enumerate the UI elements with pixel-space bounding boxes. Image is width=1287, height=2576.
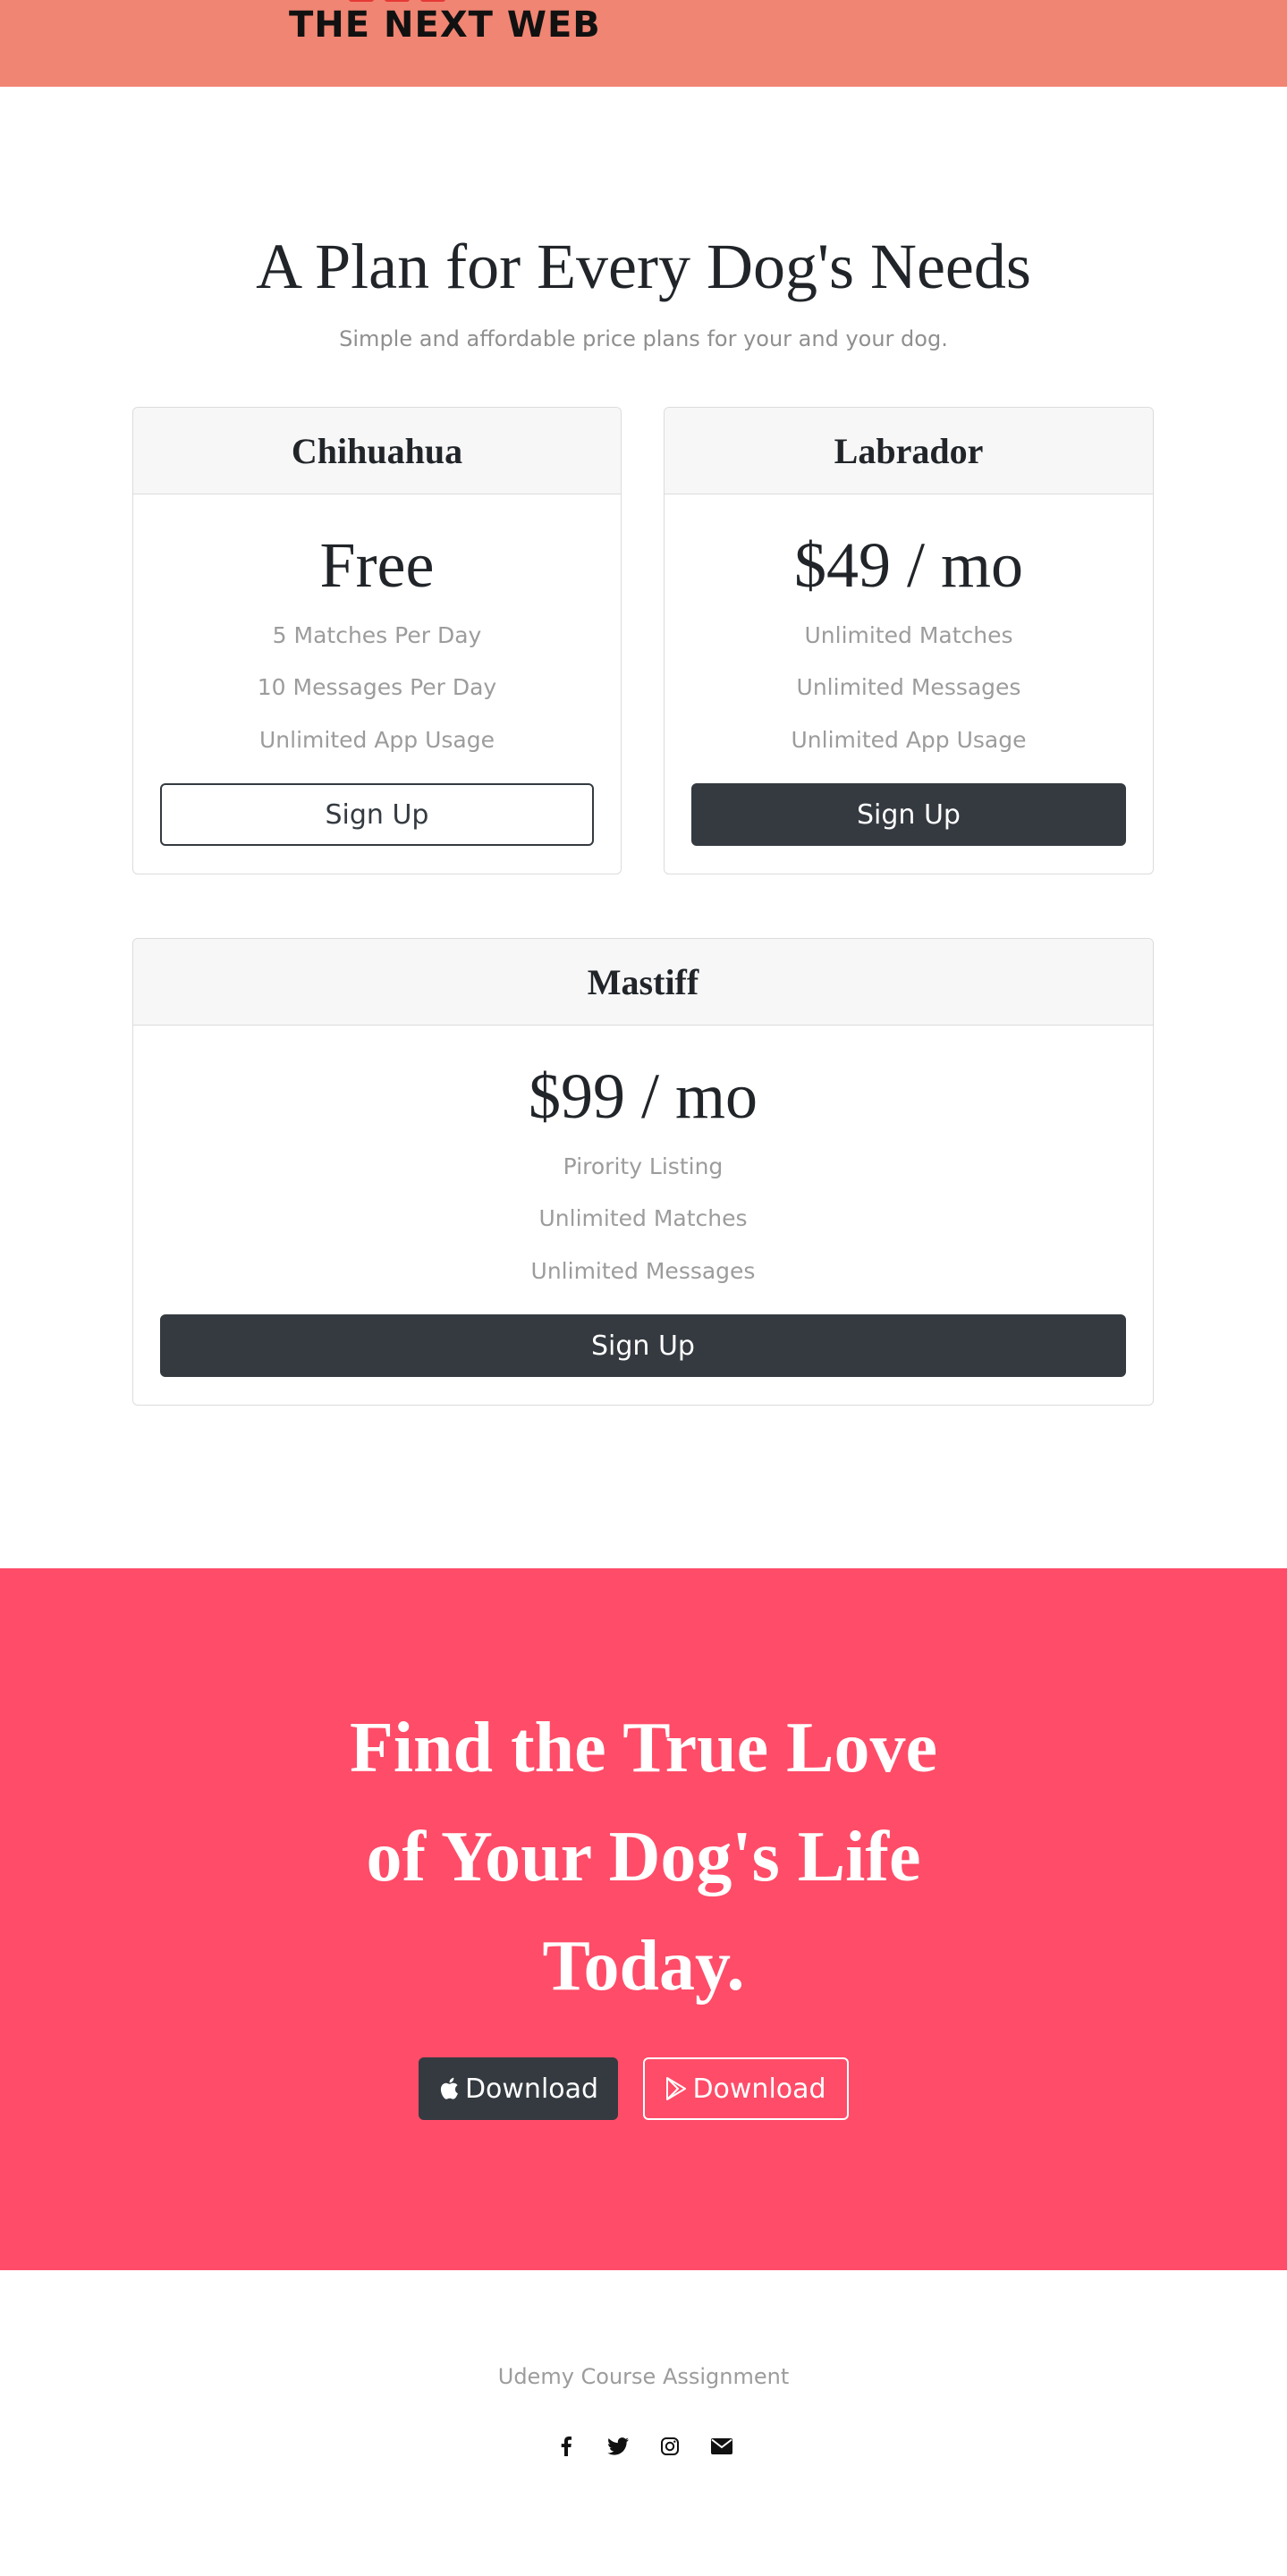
twitter-icon[interactable] <box>605 2434 631 2459</box>
plan-feature: Unlimited Messages <box>796 674 1021 700</box>
plan-feature: Unlimited App Usage <box>791 727 1027 753</box>
plan-feature: Unlimited Messages <box>530 1258 756 1284</box>
sign-up-button-chihuahua[interactable]: Sign Up <box>160 783 594 846</box>
cta-title-line: Today. <box>542 1927 745 2006</box>
instagram-icon[interactable] <box>657 2434 682 2459</box>
envelope-icon[interactable] <box>709 2434 734 2459</box>
cta-title: Find the True Love of Your Dog's Life To… <box>0 1693 1287 2021</box>
plan-name: Mastiff <box>587 961 699 1002</box>
plan-card-labrador: Labrador $49 / mo Unlimited Matches Unli… <box>664 407 1154 874</box>
google-play-download-label: Download <box>692 2073 826 2105</box>
pricing-title: A Plan for Every Dog's Needs <box>256 231 1031 302</box>
top-band: THE NEXT WEB <box>0 0 1287 87</box>
plan-feature: Unlimited App Usage <box>258 727 495 753</box>
plan-card-header: Mastiff <box>133 939 1153 1026</box>
social-links <box>0 2434 1287 2459</box>
plan-price: $49 / mo <box>793 529 1023 601</box>
plan-name: Labrador <box>834 430 984 471</box>
apple-download-button[interactable]: Download <box>419 2057 618 2120</box>
plan-card-mastiff: Mastiff $99 / mo Pirority Listing Unlimi… <box>132 938 1154 1406</box>
sign-up-button-mastiff[interactable]: Sign Up <box>160 1314 1126 1377</box>
plan-name: Chihuahua <box>291 430 463 471</box>
pricing-subtitle: Simple and affordable price plans for yo… <box>339 326 948 351</box>
cta-section: Find the True Love of Your Dog's Life To… <box>0 1568 1287 2270</box>
plan-feature: Unlimited Matches <box>804 622 1013 648</box>
cta-title-line: of Your Dog's Life <box>366 1818 921 1896</box>
apple-download-label: Download <box>464 2073 599 2105</box>
plan-price: $99 / mo <box>528 1060 758 1132</box>
google-play-icon <box>665 2076 687 2101</box>
plan-card-chihuahua: Chihuahua Free 5 Matches Per Day 10 Mess… <box>132 407 622 874</box>
plan-feature: Unlimited Matches <box>538 1205 748 1231</box>
cta-title-line: Find the True Love <box>349 1709 938 1787</box>
plan-feature: 10 Messages Per Day <box>257 674 497 700</box>
plan-feature: 5 Matches Per Day <box>272 622 482 648</box>
sign-up-button-labrador[interactable]: Sign Up <box>691 783 1126 846</box>
google-play-download-button[interactable]: Download <box>643 2057 849 2120</box>
plan-price: Free <box>319 529 435 601</box>
footer-text: Udemy Course Assignment <box>497 2364 790 2389</box>
footer: Udemy Course Assignment <box>0 2270 1287 2576</box>
plan-card-header: Chihuahua <box>133 408 621 494</box>
tnw-logo: THE NEXT WEB <box>289 4 601 46</box>
facebook-icon[interactable] <box>554 2434 579 2459</box>
plan-card-header: Labrador <box>665 408 1153 494</box>
plan-feature: Pirority Listing <box>563 1153 724 1179</box>
pricing-section: A Plan for Every Dog's Needs Simple and … <box>0 87 1287 1568</box>
apple-icon <box>438 2076 460 2101</box>
